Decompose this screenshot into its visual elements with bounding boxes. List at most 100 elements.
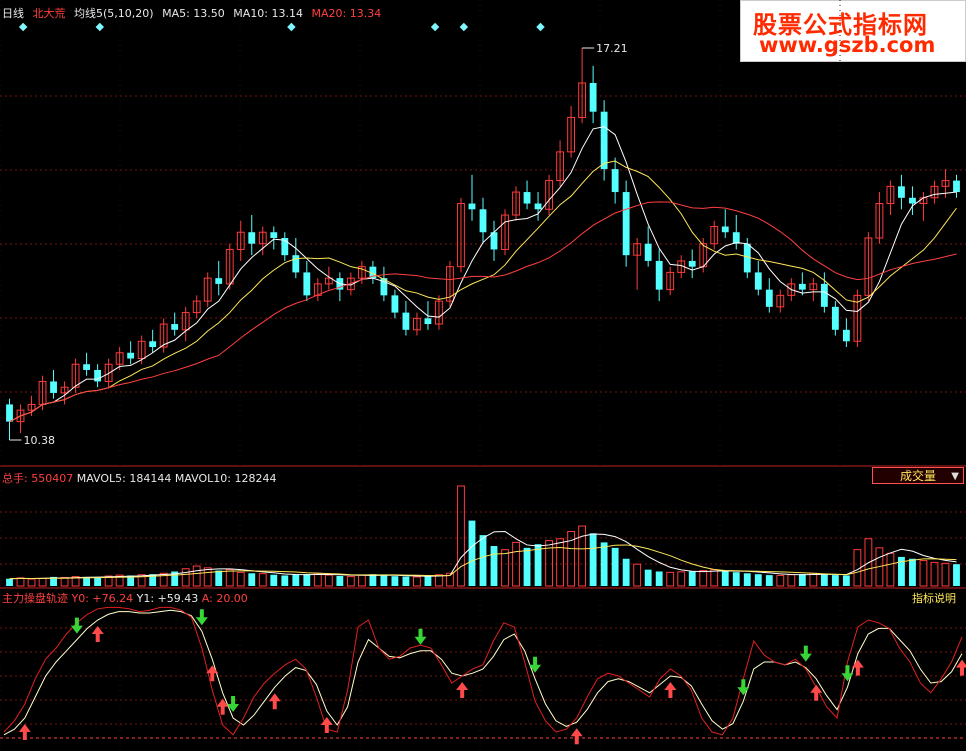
volume-bar — [181, 568, 190, 587]
candle-body — [534, 203, 542, 210]
volume-bar — [468, 520, 476, 586]
candle-body — [391, 295, 399, 313]
candle-body — [644, 243, 652, 261]
signal-marker — [536, 22, 545, 32]
sell-arrow-icon — [414, 628, 427, 645]
candle-body — [127, 352, 135, 359]
volume-bar — [600, 542, 608, 586]
volume-bar — [313, 572, 322, 587]
buy-arrow-icon — [268, 693, 281, 710]
buy-arrow-icon — [851, 659, 864, 676]
candle-body — [50, 381, 57, 393]
candle-body — [149, 341, 157, 348]
candle-body — [215, 278, 223, 284]
candle-body — [523, 192, 531, 204]
volume-bar — [611, 547, 619, 586]
low-price-label: 10.38 — [24, 434, 55, 447]
volume-bar — [710, 569, 719, 587]
volume-bar — [798, 574, 806, 586]
candle-body — [83, 364, 90, 370]
candle-body — [171, 324, 179, 330]
volume-panel — [6, 485, 960, 587]
buy-arrow-icon — [664, 682, 677, 698]
candle-body — [754, 272, 762, 290]
volume-bar — [38, 577, 47, 587]
volume-bar — [677, 571, 686, 587]
volume-bar — [292, 574, 300, 586]
sell-arrow-icon — [195, 609, 208, 626]
volume-bar — [953, 564, 960, 586]
volume-bar — [644, 569, 652, 586]
candle-body — [655, 260, 663, 290]
volume-bar — [655, 571, 663, 586]
candle-body — [798, 283, 806, 290]
volume-bar — [886, 552, 895, 587]
volume-bar — [270, 574, 278, 586]
candle-body — [622, 192, 630, 256]
price-panel — [6, 22, 960, 441]
volume-bar — [83, 577, 90, 586]
candle-body — [292, 255, 300, 273]
candle-body — [402, 312, 410, 330]
candle-body — [589, 83, 597, 112]
candle-body — [721, 226, 729, 233]
candle-body — [248, 232, 256, 244]
candle-body — [820, 283, 828, 307]
sell-arrow-icon — [841, 665, 854, 682]
chart-grid — [0, 0, 966, 751]
volume-bar — [203, 567, 212, 587]
y1-line — [3, 609, 963, 736]
signal-marker — [18, 22, 28, 32]
stock-chart: 17.21 10.38 — [0, 0, 966, 751]
candle-body — [303, 272, 311, 296]
volume-bar — [787, 574, 796, 587]
volume-bar — [941, 562, 950, 587]
volume-bar — [192, 565, 201, 587]
candle-body — [600, 111, 608, 170]
volume-bar — [380, 575, 388, 586]
candle-body — [270, 232, 278, 238]
volume-bar — [336, 576, 344, 586]
volume-bar — [248, 573, 256, 586]
volume-bar — [346, 576, 355, 587]
candle-body — [842, 329, 850, 342]
candle-body — [468, 203, 476, 210]
candle-body — [953, 180, 960, 193]
volume-bar — [721, 571, 729, 586]
candle-body — [831, 306, 839, 330]
volume-bar — [6, 578, 13, 586]
volume-bar — [357, 574, 366, 587]
volume-bar — [776, 574, 785, 587]
y0-line — [3, 606, 963, 736]
candle-body — [688, 260, 696, 267]
volume-bar — [831, 575, 839, 586]
volume-bar — [391, 576, 399, 586]
volume-bar — [27, 578, 36, 587]
candle-body — [909, 197, 916, 204]
buy-arrow-icon — [206, 665, 219, 682]
volume-bar — [688, 571, 696, 586]
candle-body — [732, 232, 740, 244]
volume-bar — [94, 578, 102, 586]
volume-bar — [578, 525, 587, 587]
volume-bar — [809, 572, 818, 587]
volume-bar — [765, 575, 773, 586]
volume-bar — [413, 576, 421, 587]
volume-bar — [236, 571, 245, 587]
volume-bar — [930, 561, 939, 587]
volume-bar — [589, 533, 597, 586]
volume-bar — [842, 575, 850, 586]
candle-body — [479, 209, 487, 233]
volume-bar — [754, 574, 762, 586]
volume-bar — [281, 575, 289, 586]
volume-bar — [324, 574, 333, 587]
volume-bar — [666, 571, 675, 587]
candle-body — [765, 289, 773, 307]
volume-bar — [633, 563, 642, 587]
volume-bar — [303, 574, 311, 586]
volume-bar — [523, 547, 531, 586]
volume-bar — [909, 558, 916, 586]
volume-bar — [490, 546, 498, 586]
buy-arrow-icon — [456, 682, 469, 698]
candle-body — [6, 404, 13, 422]
